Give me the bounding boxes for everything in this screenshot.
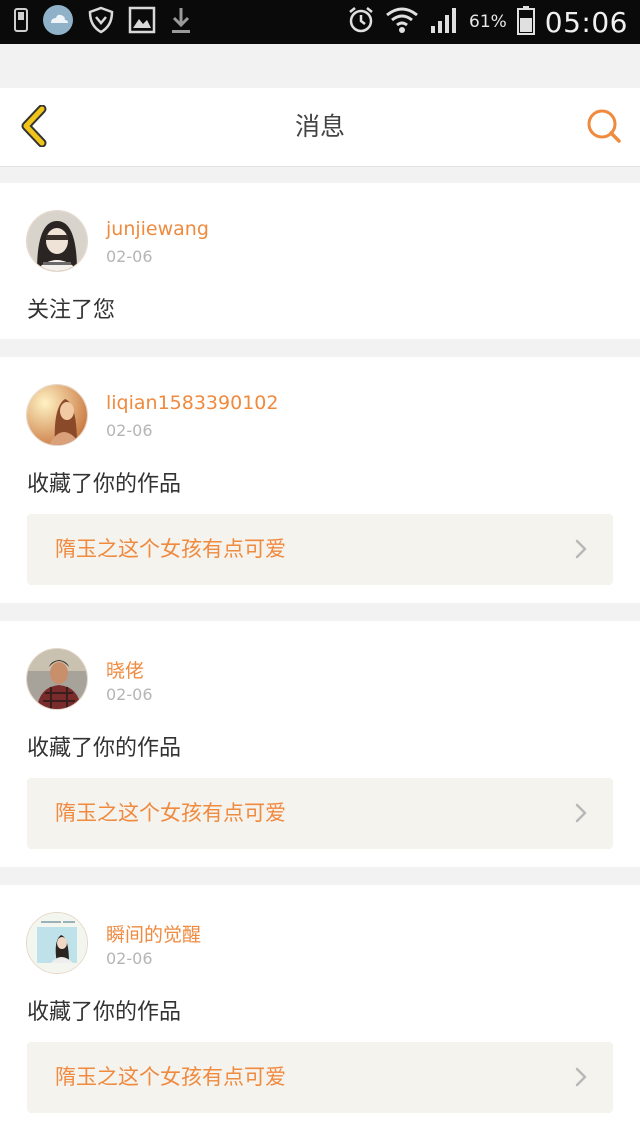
work-title: 隋玉之这个女孩有点可爱 <box>55 1065 286 1089</box>
username[interactable]: junjiewang <box>106 218 209 240</box>
username[interactable]: liqian1583390102 <box>106 392 278 414</box>
work-link[interactable]: 隋玉之这个女孩有点可爱 <box>27 778 613 849</box>
nav-header: 消息 <box>0 88 640 167</box>
battery-icon <box>516 5 535 39</box>
message-action: 关注了您 <box>27 298 116 323</box>
avatar[interactable] <box>26 210 88 272</box>
search-icon <box>586 108 622 148</box>
message-action: 收藏了你的作品 <box>27 472 182 497</box>
avatar[interactable] <box>26 648 88 710</box>
message-item: liqian1583390102 02-06 收藏了你的作品 隋玉之这个女孩有点… <box>0 357 640 603</box>
message-item: 瞬间的觉醒 02-06 收藏了你的作品 隋玉之这个女孩有点可爱 <box>0 885 640 1138</box>
message-item: 晓佬 02-06 收藏了你的作品 隋玉之这个女孩有点可爱 <box>0 621 640 867</box>
chevron-right-icon <box>575 539 587 563</box>
status-bar: 61% 05:06 <box>0 0 640 44</box>
clock: 05:06 <box>544 5 628 39</box>
page-title: 消息 <box>294 112 345 141</box>
avatar[interactable] <box>26 912 88 974</box>
work-link[interactable]: 隋玉之这个女孩有点可爱 <box>27 1042 613 1113</box>
wifi-icon <box>385 5 419 39</box>
message-item: junjiewang 02-06 关注了您 <box>0 183 640 339</box>
work-title: 隋玉之这个女孩有点可爱 <box>55 801 286 825</box>
status-bar-left <box>14 0 192 44</box>
chevron-right-icon <box>575 803 587 827</box>
work-title: 隋玉之这个女孩有点可爱 <box>55 537 286 561</box>
shield-icon <box>88 6 114 38</box>
battery-percent: 61% <box>469 12 507 32</box>
weather-icon <box>42 4 74 40</box>
download-icon <box>170 5 192 39</box>
sim-icon <box>14 8 28 36</box>
gallery-icon <box>128 6 156 38</box>
message-date: 02-06 <box>106 247 153 266</box>
avatar[interactable] <box>26 384 88 446</box>
search-button[interactable] <box>584 108 624 148</box>
alarm-icon <box>347 6 375 38</box>
status-bar-right: 61% 05:06 <box>347 0 628 44</box>
message-date: 02-06 <box>106 421 153 440</box>
work-link[interactable]: 隋玉之这个女孩有点可爱 <box>27 514 613 585</box>
message-date: 02-06 <box>106 949 153 968</box>
username[interactable]: 瞬间的觉醒 <box>106 920 201 947</box>
signal-icon <box>429 6 459 38</box>
username[interactable]: 晓佬 <box>106 656 144 683</box>
message-action: 收藏了你的作品 <box>27 736 182 761</box>
message-date: 02-06 <box>106 685 153 704</box>
message-action: 收藏了你的作品 <box>27 1000 182 1025</box>
chevron-right-icon <box>575 1067 587 1091</box>
